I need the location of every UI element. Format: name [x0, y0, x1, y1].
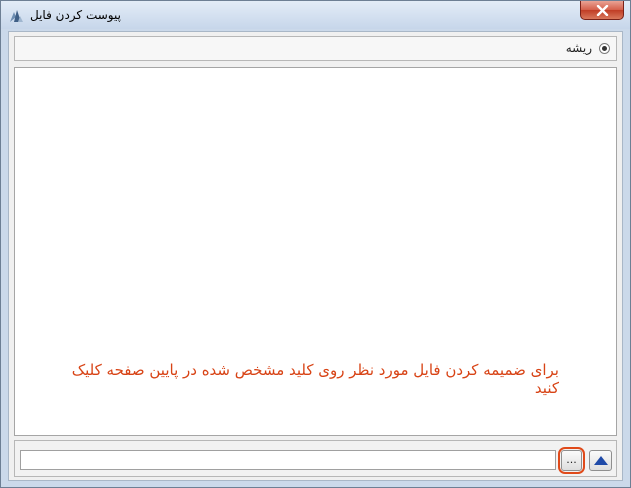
file-path-input[interactable] — [20, 450, 556, 470]
app-icon — [10, 10, 23, 22]
radio-button-root[interactable] — [599, 43, 610, 54]
instruction-text: برای ضمیمه کردن فایل مورد نظر روی کلید م… — [71, 361, 559, 397]
close-icon — [596, 5, 609, 16]
title-bar[interactable]: پیوست کردن فایل — [1, 1, 630, 29]
radio-selected-dot — [602, 46, 607, 51]
arrow-up-icon — [594, 456, 608, 465]
close-button[interactable] — [580, 1, 624, 20]
dialog-body: ریشه برای ضمیمه کردن فایل مورد نظر روی ک… — [8, 31, 623, 481]
dialog-window: پیوست کردن فایل ریشه برای ضمیمه کردن فای… — [0, 0, 631, 488]
browse-button[interactable]: ... — [561, 450, 582, 471]
radio-group: ریشه — [14, 36, 617, 61]
radio-label-root: ریشه — [565, 41, 592, 55]
file-list-panel[interactable]: برای ضمیمه کردن فایل مورد نظر روی کلید م… — [14, 67, 617, 436]
bottom-toolbar: ... — [14, 440, 617, 477]
window-title: پیوست کردن فایل — [30, 8, 121, 22]
upload-button[interactable] — [589, 450, 612, 471]
